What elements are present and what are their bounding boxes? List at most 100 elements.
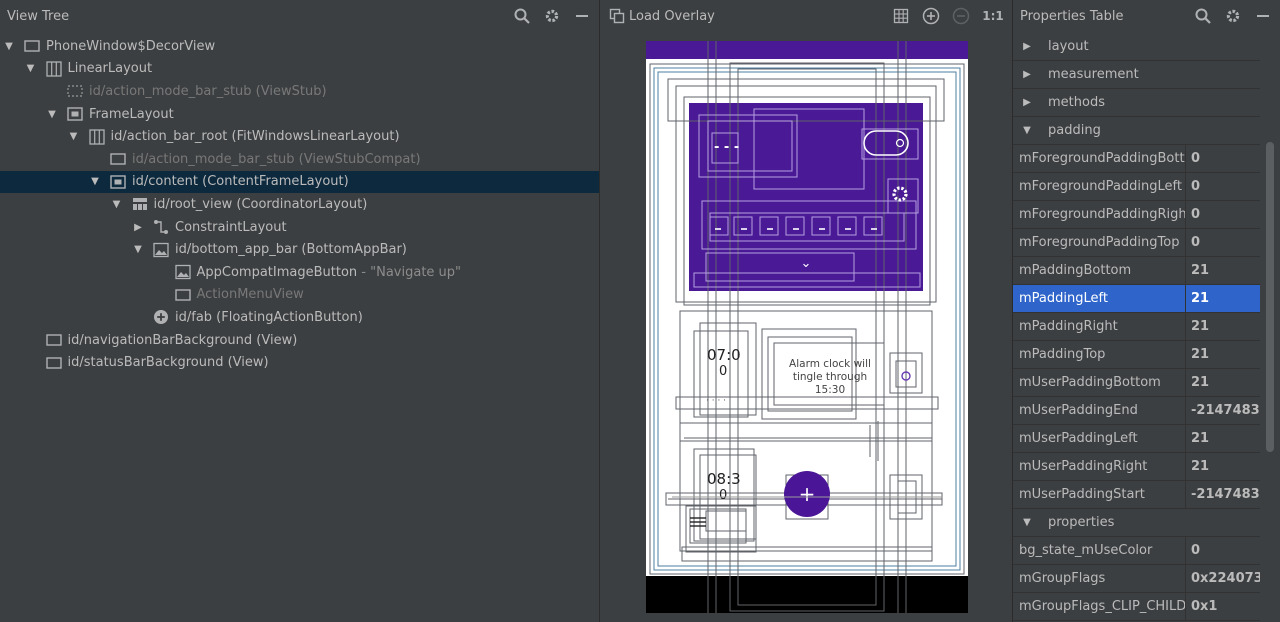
expand-arrow-down-icon[interactable]: ▼	[131, 244, 145, 255]
search-icon[interactable]	[512, 6, 532, 26]
tree-node[interactable]: id/action_mode_bar_stub (ViewStubCompat)	[0, 148, 599, 171]
property-row[interactable]: mUserPaddingBottom 21	[1013, 369, 1260, 397]
property-group[interactable]: ▶ measurement	[1013, 61, 1260, 89]
tree-node[interactable]: ▼ id/action_bar_root (FitWindowsLinearLay…	[0, 125, 599, 148]
expand-arrow-down-icon[interactable]: ▼	[67, 131, 81, 142]
tree-node[interactable]: id/fab (FloatingActionButton)	[0, 306, 599, 329]
tree-node[interactable]: id/navigationBarBackground (View)	[0, 329, 599, 352]
expand-arrow-down-icon[interactable]: ▼	[2, 41, 16, 52]
property-row[interactable]: mPaddingBottom 21	[1013, 257, 1260, 285]
property-value[interactable]: 21	[1186, 285, 1260, 312]
property-row[interactable]: mForegroundPaddingBottom0	[1013, 145, 1260, 173]
tree-node[interactable]: ▼ PhoneWindow$DecorView	[0, 35, 599, 58]
load-overlay-button[interactable]: Load Overlay	[629, 9, 891, 24]
property-value[interactable]: 0	[1186, 229, 1260, 256]
tree-node[interactable]: ▼ LinearLayout	[0, 58, 599, 81]
property-value[interactable]: 21	[1186, 257, 1260, 284]
property-row[interactable]: mGroupFlags 0x224073	[1013, 565, 1260, 593]
tree-node-label: id/content (ContentFrameLayout)	[132, 174, 349, 190]
tree-node-label: id/action_mode_bar_stub (ViewStubCompat)	[132, 151, 421, 167]
property-group[interactable]: ▶ layout	[1013, 33, 1260, 61]
tree-node[interactable]: ▶ ConstraintLayout	[0, 216, 599, 239]
property-row[interactable]: mForegroundPaddingTop 0	[1013, 229, 1260, 257]
property-row[interactable]: mUserPaddingRight 21	[1013, 453, 1260, 481]
search-icon[interactable]	[1193, 6, 1213, 26]
expand-arrow-down-icon[interactable]: ▼	[88, 176, 102, 187]
device-screen-overlay[interactable]: - - - ⌄ 07:0 0 · · · · Alarm clock will …	[646, 41, 968, 613]
property-row[interactable]: mPaddingLeft 21	[1013, 285, 1260, 313]
property-value[interactable]: -2147483648	[1186, 481, 1260, 508]
expand-arrow-down-icon[interactable]: ▼	[1020, 517, 1034, 528]
property-value[interactable]: 21	[1186, 341, 1260, 368]
property-row[interactable]: mUserPaddingEnd-2147483648	[1013, 397, 1260, 425]
property-value[interactable]: 0x1	[1186, 593, 1260, 620]
minimize-icon[interactable]	[1253, 6, 1273, 26]
tree-node[interactable]: ▼ id/content (ContentFrameLayout)	[0, 170, 599, 194]
tree-node[interactable]: ▼ FrameLayout	[0, 103, 599, 126]
property-value[interactable]: 21	[1186, 369, 1260, 396]
fab-plus-icon: +	[799, 482, 816, 506]
tree-node[interactable]: AppCompatImageButton - "Navigate up"	[0, 261, 599, 284]
minimize-icon[interactable]	[572, 6, 592, 26]
property-row[interactable]: mPaddingTop 21	[1013, 341, 1260, 369]
property-group[interactable]: ▼ properties	[1013, 509, 1260, 537]
expand-arrow-right-icon[interactable]: ▶	[1020, 69, 1034, 80]
expand-arrow-down-icon[interactable]: ▼	[110, 199, 124, 210]
tree-node[interactable]: ▼ id/bottom_app_bar (BottomAppBar)	[0, 238, 599, 261]
properties-panel: Properties Table ▶ layout ▶ measurement ▶ met…	[1013, 0, 1280, 622]
property-value[interactable]: 0	[1186, 145, 1260, 172]
property-row[interactable]: mUserPaddingStart-2147483648	[1013, 481, 1260, 509]
tree-node[interactable]: ActionMenuView	[0, 284, 599, 307]
tree-node-label: ActionMenuView	[196, 287, 304, 303]
property-row[interactable]: mForegroundPaddingRight 0	[1013, 201, 1260, 229]
properties-scrollbar[interactable]	[1266, 142, 1274, 452]
grid-icon[interactable]	[891, 6, 911, 26]
zoom-in-icon[interactable]	[921, 6, 941, 26]
zoom-out-icon[interactable]	[951, 6, 971, 26]
frame-layout-icon	[67, 106, 83, 122]
property-name: mUserPaddingRight	[1013, 453, 1186, 480]
tree-node[interactable]: ▼ id/root_view (CoordinatorLayout)	[0, 193, 599, 216]
property-row[interactable]: bg_state_mUseColor 0	[1013, 537, 1260, 565]
expand-arrow-down-icon[interactable]: ▼	[24, 63, 38, 74]
expand-arrow-down-icon[interactable]: ▼	[45, 109, 59, 120]
overlay-icon[interactable]	[607, 6, 627, 26]
property-group[interactable]: ▶ methods	[1013, 89, 1260, 117]
property-value[interactable]: 0	[1186, 173, 1260, 200]
tree-node-label: ConstraintLayout	[175, 219, 287, 235]
tree-node[interactable]: id/action_mode_bar_stub (ViewStub)	[0, 80, 599, 103]
gear-icon[interactable]	[542, 6, 562, 26]
property-name: mForegroundPaddingBottom	[1013, 145, 1186, 172]
property-name: mUserPaddingBottom	[1013, 369, 1186, 396]
tree-node-label: id/bottom_app_bar (BottomAppBar)	[175, 242, 407, 258]
gear-icon[interactable]	[1223, 6, 1243, 26]
property-value[interactable]: 21	[1186, 425, 1260, 452]
expand-arrow-right-icon[interactable]: ▶	[131, 222, 145, 233]
tree-node-label: id/action_bar_root (FitWindowsLinearLayo…	[110, 129, 400, 145]
property-row[interactable]: mUserPaddingLeft 21	[1013, 425, 1260, 453]
property-value[interactable]: -2147483648	[1186, 397, 1260, 424]
expand-arrow-right-icon[interactable]: ▶	[1020, 41, 1034, 52]
property-row[interactable]: mPaddingRight 21	[1013, 313, 1260, 341]
tree-node-label: id/action_mode_bar_stub (ViewStub)	[89, 83, 327, 99]
property-group-label: methods	[1048, 95, 1105, 110]
tree-node-description: - "Navigate up"	[357, 264, 462, 280]
property-value[interactable]: 21	[1186, 313, 1260, 340]
image-icon	[174, 264, 191, 280]
tree-node-label: PhoneWindow$DecorView	[46, 38, 216, 54]
frame-layout-icon	[110, 174, 126, 190]
property-row[interactable]: mGroupFlags_CLIP_CHILDREN0x1	[1013, 593, 1260, 621]
property-value[interactable]: 21	[1186, 453, 1260, 480]
navigation-bar	[646, 576, 968, 613]
property-group[interactable]: ▼ padding	[1013, 117, 1260, 145]
view-tree-title: View Tree	[7, 8, 70, 24]
expand-arrow-down-icon[interactable]: ▼	[1020, 125, 1034, 136]
tree-node[interactable]: id/statusBarBackground (View)	[0, 351, 599, 374]
property-value[interactable]: 0	[1186, 201, 1260, 228]
expand-arrow-right-icon[interactable]: ▶	[1020, 97, 1034, 108]
property-row[interactable]: mForegroundPaddingLeft 0	[1013, 173, 1260, 201]
property-value[interactable]: 0x224073	[1186, 565, 1260, 592]
property-value[interactable]: 0	[1186, 537, 1260, 564]
actual-size-button[interactable]: 1:1	[981, 6, 1005, 26]
property-name: mUserPaddingLeft	[1013, 425, 1186, 452]
